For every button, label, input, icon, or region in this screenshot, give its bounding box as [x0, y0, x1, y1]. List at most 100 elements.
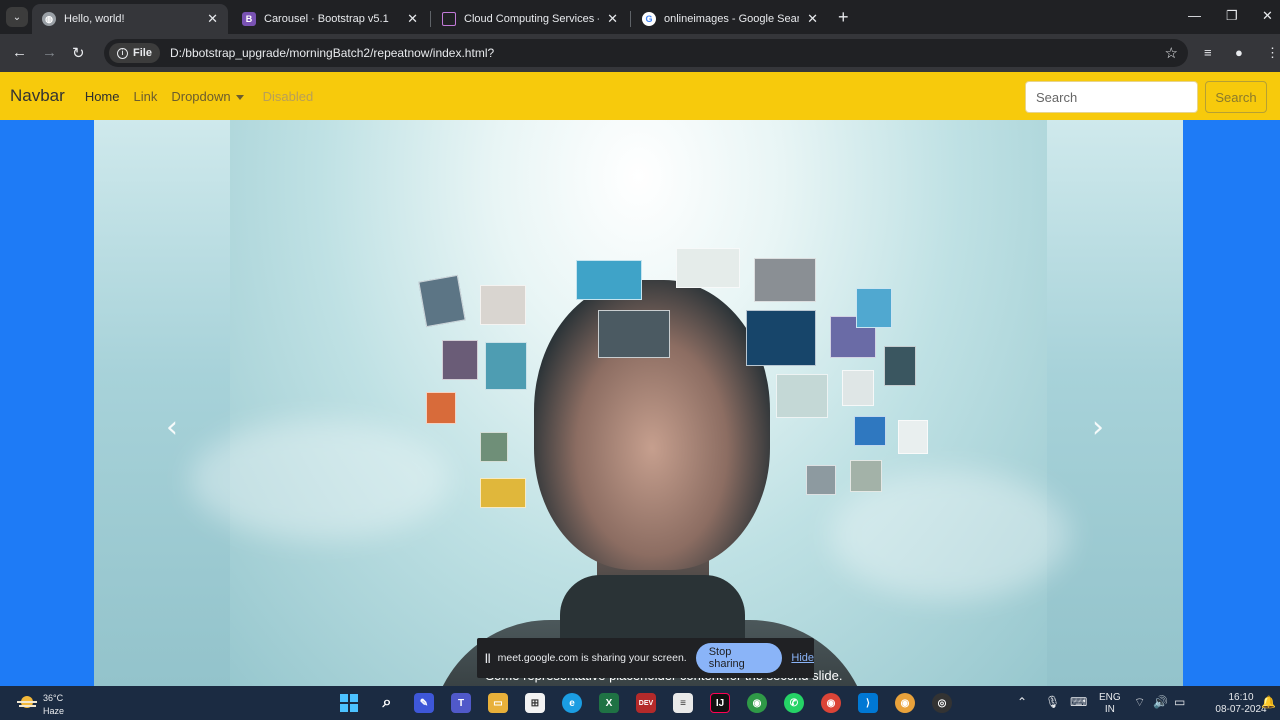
- file-chip-label: File: [133, 47, 152, 59]
- windows-start-icon[interactable]: [339, 693, 359, 713]
- hide-link[interactable]: Hide: [791, 652, 814, 664]
- nav-link-disabled: Disabled: [262, 88, 314, 104]
- site-info-chip[interactable]: i File: [109, 43, 160, 63]
- tab-cloud-computing[interactable]: Cloud Computing Services - Am ✕: [432, 4, 628, 34]
- floating-tile: [754, 258, 816, 302]
- microphone-icon[interactable]: 🎙: [1045, 695, 1060, 709]
- floating-tile: [856, 288, 892, 328]
- edge-icon[interactable]: e: [562, 693, 582, 713]
- chrome-icon[interactable]: ◉: [821, 693, 841, 713]
- notepad-icon[interactable]: ≡: [673, 693, 693, 713]
- windows-taskbar: 36°C Haze ⌕ ✎ T ▭ ⊞ e X DEV ≡ IJ ◉ ✆ ◉ ⟩…: [0, 686, 1280, 720]
- floating-tile: [426, 392, 456, 424]
- profile-icon[interactable]: ●: [1235, 45, 1243, 60]
- obs-icon[interactable]: ◎: [932, 693, 952, 713]
- tab-divider: [630, 11, 631, 27]
- vscode-icon[interactable]: ⟩: [858, 693, 878, 713]
- battery-icon[interactable]: ▭: [1174, 695, 1185, 709]
- floating-tile: [746, 310, 816, 366]
- stop-sharing-button[interactable]: Stop sharing: [695, 643, 783, 673]
- new-tab-plus-icon[interactable]: +: [838, 7, 849, 28]
- browser-toolbar: ← → ↻ i File D:/bbotstrap_upgrade/mornin…: [0, 34, 1280, 72]
- floating-tile: [480, 478, 526, 508]
- nav-link-link[interactable]: Link: [134, 89, 158, 104]
- aws-cube-icon: [442, 12, 456, 26]
- pen-app-icon[interactable]: ✎: [414, 693, 434, 713]
- floating-tile: [898, 420, 928, 454]
- floating-tile: [884, 346, 916, 386]
- nav-link-home[interactable]: Home: [85, 89, 120, 104]
- close-tab-icon[interactable]: ✕: [607, 11, 618, 27]
- floating-tile: [776, 374, 828, 418]
- tab-title: Cloud Computing Services - Am: [464, 13, 599, 25]
- notifications-bell-icon[interactable]: 🔔: [1261, 695, 1276, 709]
- nav-dropdown-label: Dropdown: [171, 88, 231, 104]
- devcpp-icon[interactable]: DEV: [636, 693, 656, 713]
- tab-title: Carousel · Bootstrap v5.1: [264, 13, 389, 25]
- site-navbar: Navbar Home Link Dropdown Disabled Searc…: [0, 72, 1280, 120]
- volume-icon[interactable]: 🔊: [1153, 695, 1168, 709]
- chrome-profile-icon[interactable]: ◉: [747, 693, 767, 713]
- back-arrow-icon[interactable]: ←: [12, 44, 27, 61]
- tab-google-search[interactable]: G onlineimages - Google Search ✕: [632, 4, 828, 34]
- figure-collar: [560, 575, 745, 645]
- reload-icon[interactable]: ↻: [72, 44, 85, 62]
- carousel-prev-icon[interactable]: ‹: [166, 410, 178, 445]
- floating-tile: [576, 260, 642, 300]
- minimize-icon[interactable]: —: [1188, 8, 1201, 23]
- browser-menu-icon[interactable]: ⋮: [1266, 45, 1279, 61]
- floating-tile: [418, 274, 466, 328]
- restore-icon[interactable]: ❐: [1226, 8, 1238, 24]
- jetbrains-icon[interactable]: IJ: [710, 693, 730, 713]
- url-text[interactable]: D:/bbotstrap_upgrade/morningBatch2/repea…: [170, 46, 494, 60]
- tab-divider: [430, 11, 431, 27]
- close-tab-icon[interactable]: ✕: [807, 11, 818, 27]
- close-tab-icon[interactable]: ✕: [207, 11, 218, 27]
- tab-title: onlineimages - Google Search: [664, 13, 800, 25]
- pause-icon: ||: [485, 652, 491, 664]
- weather-haze-icon[interactable]: [16, 693, 38, 711]
- search-button[interactable]: Search: [1205, 81, 1267, 113]
- floating-tile: [854, 416, 886, 446]
- forward-arrow-icon[interactable]: →: [42, 44, 57, 61]
- close-tab-icon[interactable]: ✕: [407, 11, 418, 27]
- carousel-next-icon[interactable]: ›: [1092, 410, 1104, 445]
- tab-bootstrap-carousel[interactable]: B Carousel · Bootstrap v5.1 ✕: [232, 4, 428, 34]
- slide-image: [190, 120, 1070, 686]
- tab-search-chevron-icon[interactable]: ⌄: [6, 7, 28, 27]
- bootstrap-icon: B: [242, 12, 256, 26]
- address-bar[interactable]: i File D:/bbotstrap_upgrade/morningBatch…: [104, 39, 1188, 67]
- language-region: IN: [1104, 704, 1115, 715]
- show-hidden-icons-chevron-icon[interactable]: ⌃: [1017, 695, 1027, 709]
- tab-title: Hello, world!: [64, 13, 125, 25]
- weather-temperature: 36°C: [43, 693, 64, 703]
- floating-tile: [598, 310, 670, 358]
- nav-dropdown[interactable]: Dropdown: [171, 88, 244, 104]
- media-controls-icon[interactable]: ≡: [1204, 45, 1212, 60]
- floating-tile: [480, 432, 508, 462]
- search-icon[interactable]: ⌕: [377, 693, 397, 713]
- floating-tile: [442, 340, 478, 380]
- tab-hello-world[interactable]: ◍ Hello, world! ✕: [32, 4, 228, 34]
- search-input[interactable]: [1025, 81, 1198, 113]
- info-icon: i: [117, 47, 128, 59]
- language-indicator[interactable]: ENG IN: [1099, 692, 1121, 716]
- file-explorer-icon[interactable]: ▭: [488, 693, 508, 713]
- bookmark-star-icon[interactable]: ☆: [1165, 44, 1178, 62]
- excel-icon[interactable]: X: [599, 693, 619, 713]
- caret-down-icon: [235, 94, 244, 100]
- store-icon[interactable]: ⊞: [525, 693, 545, 713]
- teams-icon[interactable]: T: [451, 693, 471, 713]
- screen-share-message: meet.google.com is sharing your screen.: [497, 652, 687, 664]
- close-window-icon[interactable]: ✕: [1262, 8, 1273, 24]
- keyboard-icon[interactable]: ⌨: [1070, 695, 1087, 709]
- globe-icon: ◍: [42, 12, 56, 26]
- wifi-icon[interactable]: ⌔: [1134, 695, 1145, 710]
- whatsapp-icon[interactable]: ✆: [784, 693, 804, 713]
- chrome-active-icon[interactable]: ◉: [895, 693, 915, 713]
- floating-tile: [842, 370, 874, 406]
- cloud-shape: [190, 420, 450, 540]
- floating-tile: [850, 460, 882, 492]
- navbar-brand[interactable]: Navbar: [10, 86, 65, 106]
- floating-tile: [676, 248, 740, 288]
